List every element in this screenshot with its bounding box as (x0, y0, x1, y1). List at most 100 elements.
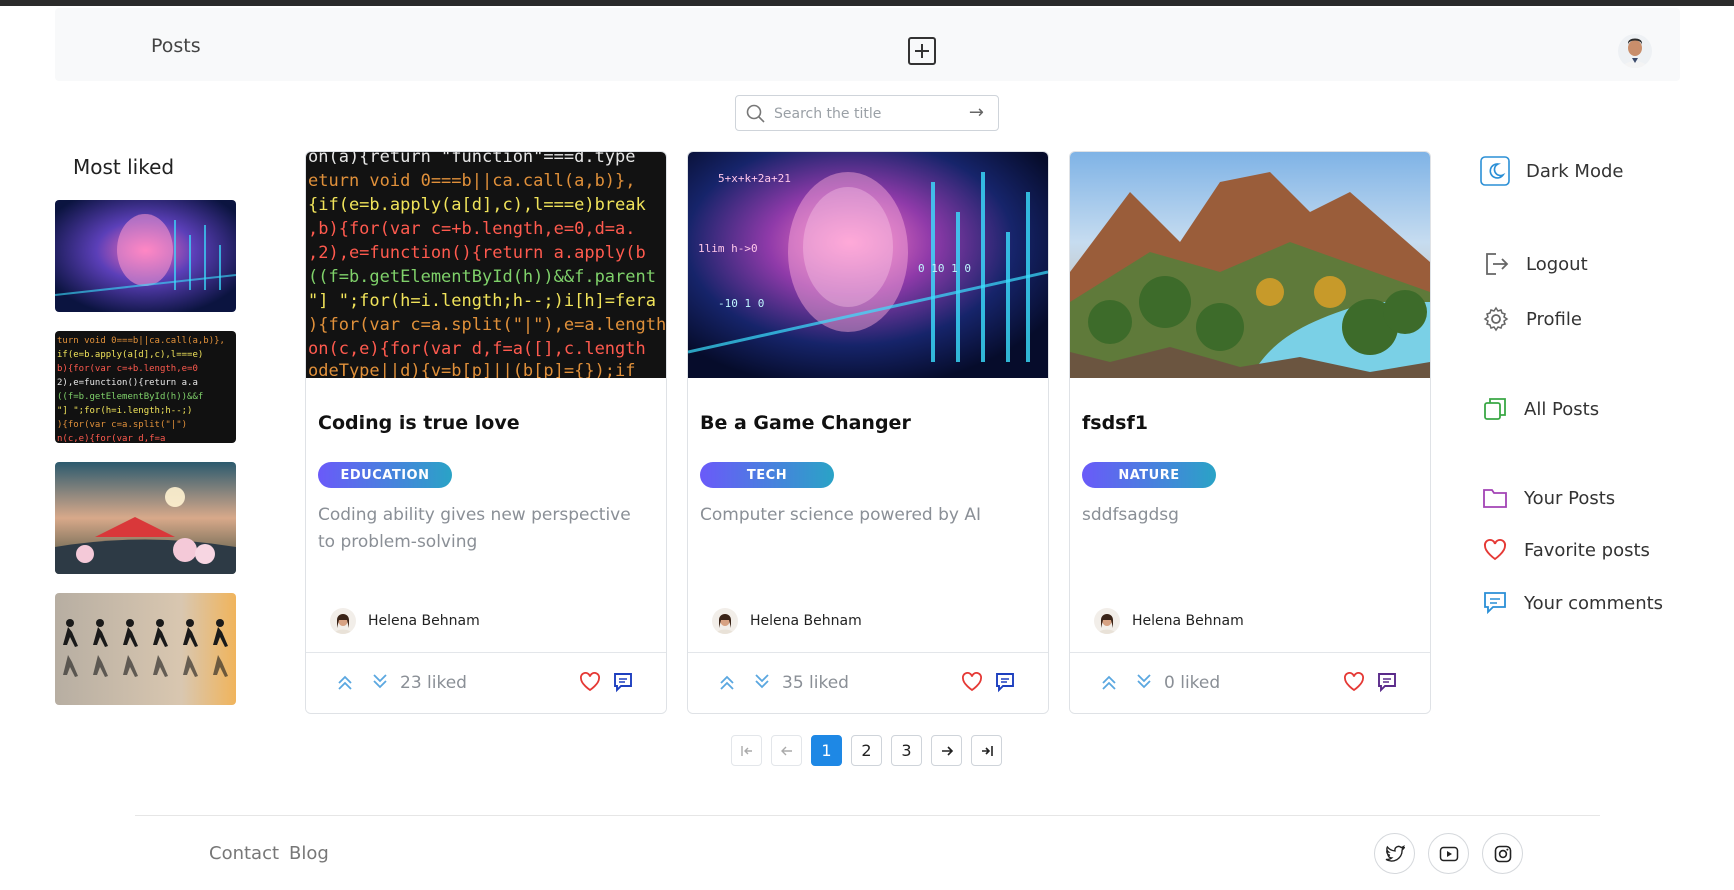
svg-text:1lim h->0: 1lim h->0 (698, 242, 758, 255)
post-author[interactable]: Helena Behnam (712, 608, 862, 634)
youtube-button[interactable] (1428, 833, 1469, 874)
author-name: Helena Behnam (368, 613, 480, 629)
svg-text:turn void 0===b||ca.call(a,b)}: turn void 0===b||ca.call(a,b)}, (57, 336, 225, 346)
sidebar-item-label: All Posts (1524, 398, 1600, 420)
upvote-icon[interactable] (336, 673, 354, 691)
page-button-2[interactable]: 2 (851, 735, 882, 766)
category-badge[interactable]: EDUCATION (318, 462, 452, 488)
add-post-button[interactable] (908, 37, 936, 65)
dark-mode-label: Dark Mode (1526, 160, 1624, 182)
header-bar: Posts (55, 8, 1680, 81)
comment-icon[interactable] (612, 671, 634, 693)
search-submit-icon[interactable]: → (969, 102, 984, 123)
author-avatar (1094, 608, 1120, 634)
svg-text:((f=b.getElementById(h))&&f: ((f=b.getElementById(h))&&f (57, 392, 203, 402)
comment-icon (1484, 592, 1506, 615)
gear-icon (1483, 306, 1509, 332)
sidebar-item-label: Your comments (1524, 592, 1664, 614)
svg-text:n(c,e){for(var d,f=a: n(c,e){for(var d,f=a (57, 434, 165, 443)
last-page-button[interactable] (971, 735, 1002, 766)
heart-icon[interactable] (961, 672, 983, 692)
upvote-icon[interactable] (1100, 673, 1118, 691)
sidebar-item-logout[interactable]: Logout (1482, 250, 1588, 278)
post-description: Computer science powered by AI (700, 505, 982, 525)
svg-text:((f=b.getElementById(h))&&f.pa: ((f=b.getElementById(h))&&f.parent (308, 267, 656, 287)
comment-icon[interactable] (994, 671, 1016, 693)
category-badge[interactable]: NATURE (1082, 462, 1216, 488)
prev-page-button[interactable] (771, 735, 802, 766)
post-author[interactable]: Helena Behnam (1094, 608, 1244, 634)
downvote-icon[interactable] (371, 673, 389, 691)
post-image[interactable]: 5+x+k+2a+21 1lim h->0 0 10 1 0 -10 1 0 (688, 152, 1048, 378)
sidebar-item-your-posts[interactable]: Your Posts (1482, 486, 1615, 510)
post-author[interactable]: Helena Behnam (330, 608, 480, 634)
footer-link-contact[interactable]: Contact (209, 843, 279, 864)
most-liked-heading: Most liked (73, 155, 175, 179)
svg-text:eturn void 0===b||ca.call(a,b): eturn void 0===b||ca.call(a,b)}, (308, 171, 636, 191)
heart-icon[interactable] (579, 672, 601, 692)
arrow-right-icon (941, 745, 953, 756)
user-avatar[interactable] (1618, 34, 1652, 68)
svg-text:,2),e=function(){return a.appl: ,2),e=function(){return a.apply(b (308, 243, 646, 263)
category-badge[interactable]: TECH (700, 462, 834, 488)
post-image[interactable] (1070, 152, 1430, 378)
twitter-button[interactable] (1374, 833, 1415, 874)
most-liked-thumb-ai[interactable] (55, 200, 236, 312)
most-liked-thumb-runners[interactable] (55, 593, 236, 705)
sidebar-item-label: Logout (1526, 253, 1588, 275)
next-page-button[interactable] (931, 735, 962, 766)
heart-icon[interactable] (1343, 672, 1365, 692)
twitter-icon (1385, 844, 1405, 862)
sidebar-item-your-comments[interactable]: Your comments (1482, 590, 1663, 616)
plus-icon (915, 44, 929, 58)
svg-text:0 10 1 0: 0 10 1 0 (918, 262, 971, 275)
post-card[interactable]: fsdsf1 NATURE sddfsagdsg Helena Behnam 0… (1069, 151, 1431, 714)
likes-count: 35 liked (782, 673, 849, 693)
svg-text:on(a){return "function"===d.ty: on(a){return "function"===d.type (308, 152, 636, 167)
upvote-icon[interactable] (718, 673, 736, 691)
footer-link-blog[interactable]: Blog (289, 843, 329, 864)
page-button-3[interactable]: 3 (891, 735, 922, 766)
post-title[interactable]: fsdsf1 (1082, 412, 1148, 434)
sidebar-item-favorite-posts[interactable]: Favorite posts (1482, 538, 1650, 562)
sidebar-item-label: Profile (1526, 308, 1582, 330)
instagram-button[interactable] (1482, 833, 1523, 874)
youtube-icon (1439, 846, 1458, 861)
svg-text:"] ";for(h=i.length;h--;): "] ";for(h=i.length;h--;) (57, 406, 192, 416)
author-avatar (330, 608, 356, 634)
post-card[interactable]: on(a){return "function"===d.type eturn v… (305, 151, 667, 714)
dark-mode-toggle[interactable]: Dark Mode (1480, 156, 1623, 186)
search-input[interactable]: Search the title (774, 106, 881, 122)
most-liked-thumb-code[interactable]: turn void 0===b||ca.call(a,b)}, if(e=b.a… (55, 331, 236, 443)
page-button-1[interactable]: 1 (811, 735, 842, 766)
sidebar-item-profile[interactable]: Profile (1482, 305, 1582, 333)
svg-text:on(c,e){for(var d,f=a([],c.len: on(c,e){for(var d,f=a([],c.length (308, 339, 646, 359)
instagram-icon (1494, 845, 1511, 862)
post-card[interactable]: 5+x+k+2a+21 1lim h->0 0 10 1 0 -10 1 0 Be … (687, 151, 1049, 714)
post-card-footer: 23 liked (306, 652, 666, 713)
svg-text:odeType||d){v=b[p]||(b[p]={});: odeType||d){v=b[p]||(b[p]={});if (308, 361, 636, 378)
post-title[interactable]: Be a Game Changer (700, 412, 911, 434)
svg-text:if(e=b.apply(a[d],c),l===e): if(e=b.apply(a[d],c),l===e) (57, 350, 203, 360)
author-name: Helena Behnam (1132, 613, 1244, 629)
top-strip (0, 0, 1734, 6)
search-box[interactable]: Search the title → (735, 95, 999, 131)
sidebar-item-label: Your Posts (1524, 487, 1616, 509)
sidebar-item-all-posts[interactable]: All Posts (1482, 396, 1599, 422)
downvote-icon[interactable] (1135, 673, 1153, 691)
post-title[interactable]: Coding is true love (318, 412, 520, 434)
post-card-footer: 0 liked (1070, 652, 1430, 713)
files-icon (1484, 398, 1506, 420)
likes-count: 23 liked (400, 673, 467, 693)
first-page-button[interactable] (731, 735, 762, 766)
post-card-footer: 35 liked (688, 652, 1048, 713)
post-description: sddfsagdsg (1082, 505, 1179, 525)
logout-icon (1486, 253, 1509, 275)
downvote-icon[interactable] (753, 673, 771, 691)
comment-icon[interactable] (1376, 671, 1398, 693)
footer-divider (135, 815, 1600, 816)
moon-icon (1480, 156, 1510, 186)
most-liked-thumb-mountain[interactable] (55, 462, 236, 574)
brand-title[interactable]: Posts (151, 35, 201, 57)
post-image[interactable]: on(a){return "function"===d.type eturn v… (306, 152, 666, 378)
